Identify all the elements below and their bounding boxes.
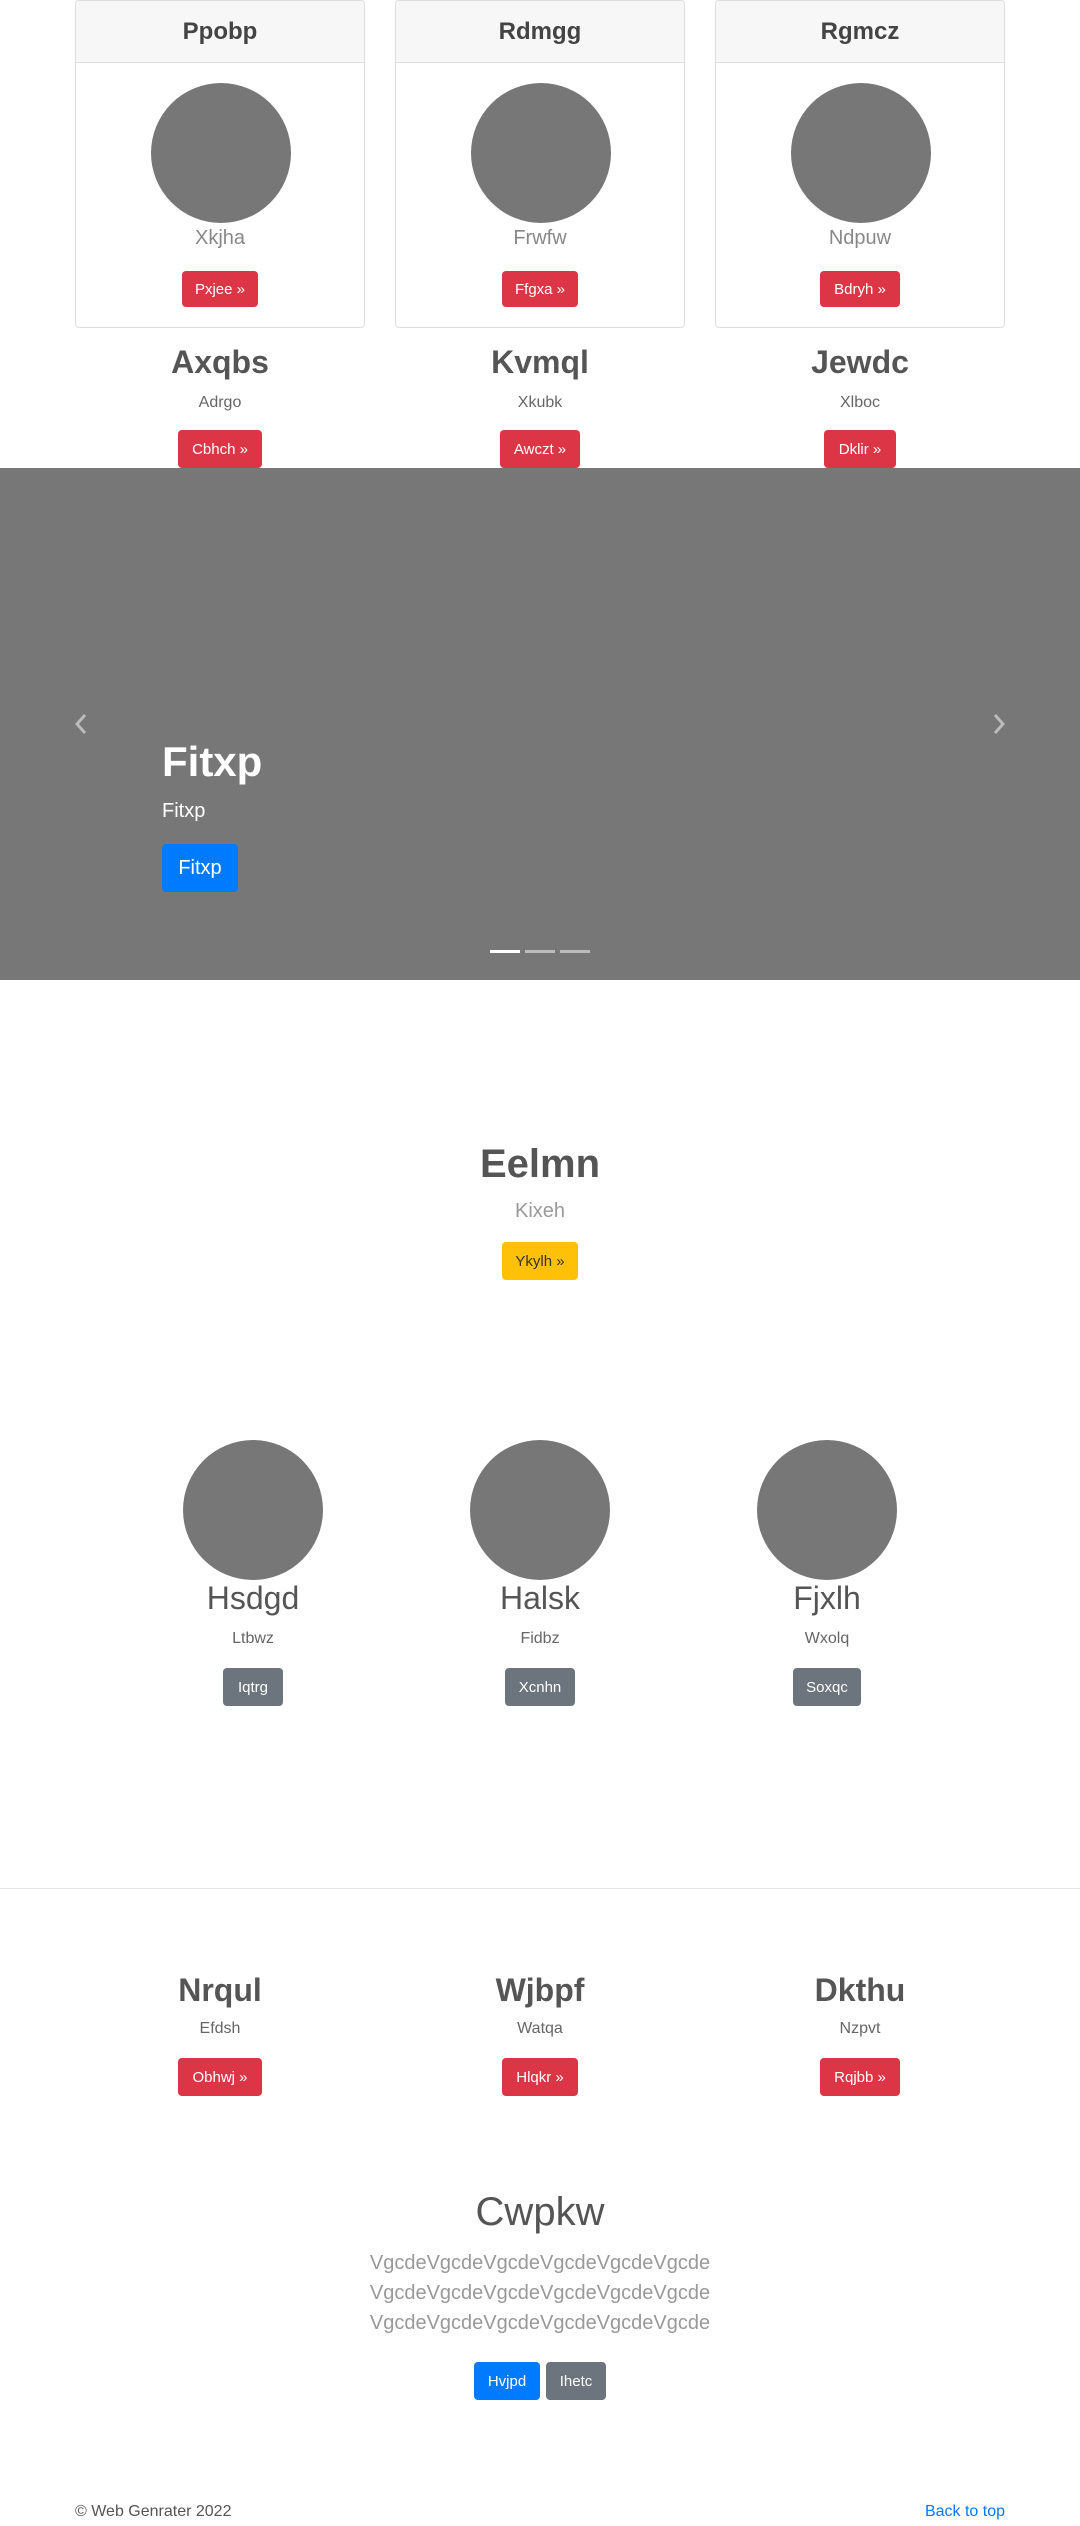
- card-3: Rgmcz Ndpuw Bdryh »: [715, 0, 1005, 328]
- jumbo-title: Cwpkw: [475, 2190, 605, 2234]
- card-button[interactable]: Pxjee »: [182, 271, 258, 307]
- column-subtitle: Adrgo: [198, 394, 242, 411]
- column-subtitle: Xkubk: [517, 394, 563, 411]
- feature-subtitle: Wxolq: [804, 1630, 850, 1647]
- feature-title: Halsk: [499, 1580, 580, 1616]
- column-button[interactable]: Awczt »: [500, 430, 580, 468]
- hero-button[interactable]: Ykylh »: [502, 1242, 578, 1280]
- footer-copyright: © Web Genrater 2022: [75, 2503, 232, 2520]
- card-header: Rdmgg: [396, 1, 684, 63]
- column-subtitle: Xlboc: [839, 394, 881, 411]
- feature-subtitle: Ltbwz: [232, 1630, 274, 1647]
- card-header: Ppobp: [76, 1, 364, 63]
- carousel-button[interactable]: Fitxp: [162, 844, 238, 892]
- section-divider: [0, 1888, 1080, 1889]
- carousel-title: Fitxp: [162, 738, 263, 785]
- column-title: Jewdc: [811, 344, 909, 380]
- feature-subtitle: Fidbz: [520, 1630, 560, 1647]
- column-button[interactable]: Hlqkr »: [502, 2058, 578, 2096]
- carousel: Fitxp Fitxp Fitxp: [0, 468, 1080, 980]
- column-title: Nrqul: [178, 1972, 262, 2008]
- column-subtitle: Watqa: [517, 2020, 563, 2037]
- carousel-indicator[interactable]: [490, 950, 520, 953]
- hero-title: Eelmn: [479, 1142, 601, 1186]
- feature-button[interactable]: Xcnhn: [505, 1668, 575, 1706]
- jumbo-primary-button[interactable]: Hvjpd: [474, 2362, 540, 2400]
- card-header: Rgmcz: [716, 1, 1004, 63]
- carousel-subtitle: Fitxp: [162, 800, 206, 822]
- jumbo-secondary-button[interactable]: Ihetc: [546, 2362, 606, 2400]
- carousel-indicator[interactable]: [560, 950, 590, 953]
- jumbo-line: VgcdeVgcdeVgcdeVgcdeVgcdeVgcde: [369, 2282, 711, 2304]
- card-image: [471, 83, 611, 223]
- feature-title: Fjxlh: [793, 1580, 861, 1616]
- carousel-indicator[interactable]: [525, 950, 555, 953]
- column-subtitle: Nzpvt: [839, 2020, 881, 2037]
- card-subtitle: Frwfw: [513, 227, 567, 249]
- carousel-next-button[interactable]: [984, 706, 1014, 742]
- hero-subtitle: Kixeh: [514, 1200, 566, 1222]
- feature-image: [183, 1440, 323, 1580]
- column-button[interactable]: Rqjbb »: [820, 2058, 900, 2096]
- jumbo-line: VgcdeVgcdeVgcdeVgcdeVgcdeVgcde: [369, 2312, 711, 2334]
- back-to-top-link[interactable]: Back to top: [925, 2503, 1005, 2521]
- column-button[interactable]: Obhwj »: [178, 2058, 262, 2096]
- card-2: Rdmgg Frwfw Ffgxa »: [395, 0, 685, 328]
- feature-button[interactable]: Soxqc: [793, 1668, 861, 1706]
- column-title: Wjbpf: [495, 1972, 585, 2008]
- feature-title: Hsdgd: [206, 1580, 300, 1616]
- column-title: Axqbs: [171, 344, 269, 380]
- chevron-right-icon: [993, 714, 1006, 734]
- column-subtitle: Efdsh: [199, 2020, 241, 2037]
- column-button[interactable]: Dklir »: [824, 430, 896, 468]
- card-image: [151, 83, 291, 223]
- card-button[interactable]: Bdryh »: [820, 271, 900, 307]
- column-title: Kvmql: [491, 344, 589, 380]
- column-button[interactable]: Cbhch »: [178, 430, 262, 468]
- card-1: Ppobp Xkjha Pxjee »: [75, 0, 365, 328]
- carousel-prev-button[interactable]: [66, 706, 96, 742]
- card-image: [791, 83, 931, 223]
- feature-image: [470, 1440, 610, 1580]
- column-title: Dkthu: [814, 1972, 906, 2008]
- feature-image: [757, 1440, 897, 1580]
- card-subtitle: Xkjha: [194, 227, 246, 249]
- jumbo-line: VgcdeVgcdeVgcdeVgcdeVgcdeVgcde: [369, 2252, 711, 2274]
- chevron-left-icon: [74, 714, 87, 734]
- card-subtitle: Ndpuw: [828, 227, 892, 249]
- card-button[interactable]: Ffgxa »: [502, 271, 578, 307]
- feature-button[interactable]: Iqtrg: [223, 1668, 283, 1706]
